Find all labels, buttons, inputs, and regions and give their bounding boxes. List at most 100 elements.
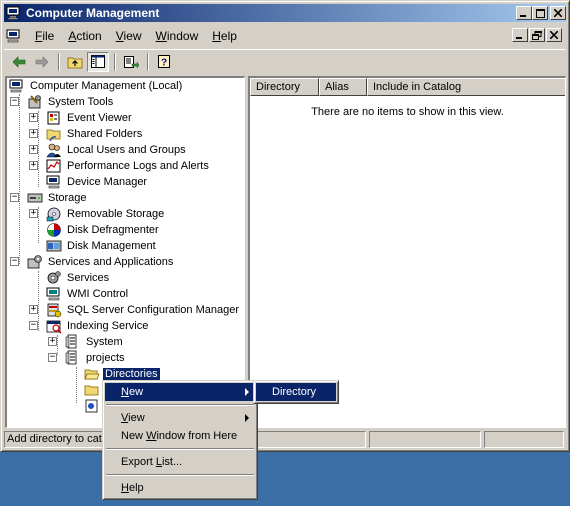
- maximize-button[interactable]: [532, 6, 548, 20]
- tree-item-event-viewer[interactable]: Event Viewer: [46, 110, 134, 126]
- tree-item-catalog-system[interactable]: System: [65, 334, 125, 350]
- tree-connector: [19, 94, 20, 264]
- computer-icon: [9, 79, 23, 93]
- column-header-label: Alias: [325, 81, 349, 93]
- maximize-icon: [535, 8, 545, 18]
- tree-item-removable-storage[interactable]: Removable Storage: [46, 206, 166, 222]
- tree-item-services[interactable]: Services: [46, 270, 111, 286]
- expand-icon[interactable]: +: [29, 113, 38, 122]
- tree-item-catalog-projects[interactable]: projects: [65, 350, 127, 366]
- menu-window[interactable]: Window: [149, 29, 206, 43]
- back-button[interactable]: [8, 52, 30, 72]
- disk-management-icon: [46, 240, 62, 252]
- up-folder-icon: [67, 57, 83, 68]
- tree-item-query-catalog[interactable]: [84, 398, 103, 414]
- context-menu-new[interactable]: New: [105, 383, 255, 401]
- menu-file[interactable]: File: [28, 29, 61, 43]
- column-header-alias[interactable]: Alias: [319, 78, 367, 96]
- collapse-icon[interactable]: −: [10, 97, 19, 106]
- expand-icon[interactable]: +: [29, 129, 38, 138]
- column-header-include-in-catalog[interactable]: Include in Catalog: [367, 78, 565, 96]
- context-menu-help[interactable]: Help: [105, 479, 255, 497]
- tree-label: Disk Management: [67, 240, 156, 252]
- expand-icon[interactable]: +: [29, 209, 38, 218]
- event-viewer-icon: [47, 111, 60, 125]
- tree-item-system-tools[interactable]: System Tools: [27, 94, 115, 110]
- mdi-close-button[interactable]: [546, 28, 562, 42]
- submenu-arrow-icon: [245, 414, 249, 422]
- tree-label: System Tools: [48, 96, 114, 108]
- mmc-document-icon[interactable]: [6, 28, 22, 44]
- expand-icon[interactable]: +: [29, 145, 38, 154]
- menu-help[interactable]: Help: [205, 29, 244, 43]
- menu-separator: [106, 448, 254, 450]
- tree-item-performance-logs[interactable]: Performance Logs and Alerts: [46, 158, 211, 174]
- collapse-icon[interactable]: −: [10, 193, 19, 202]
- tree-label: WMI Control: [67, 288, 129, 300]
- collapse-icon[interactable]: −: [29, 321, 38, 330]
- menu-view[interactable]: View: [109, 29, 149, 43]
- device-manager-icon: [46, 175, 60, 189]
- forward-button[interactable]: [31, 52, 53, 72]
- tree-label: Computer Management (Local): [30, 80, 183, 92]
- context-menu-view[interactable]: View: [105, 409, 255, 427]
- expand-icon[interactable]: +: [48, 337, 57, 346]
- column-header-label: Include in Catalog: [373, 81, 462, 93]
- tree-item-local-users[interactable]: Local Users and Groups: [46, 142, 188, 158]
- tree-label: Local Users and Groups: [67, 144, 186, 156]
- console-tree-icon: [91, 55, 105, 68]
- tree-item-sql-server-config[interactable]: SQL Server Configuration Manager: [46, 302, 241, 318]
- catalog-icon: [65, 334, 77, 349]
- expand-icon[interactable]: +: [29, 305, 38, 314]
- minimize-icon: [520, 15, 526, 17]
- status-bar: Add directory to cata: [4, 430, 566, 449]
- help-button[interactable]: ?: [153, 52, 175, 72]
- tree-item-services-and-applications[interactable]: Services and Applications: [27, 254, 175, 270]
- details-list-pane[interactable]: Directory Alias Include in Catalog There…: [248, 76, 566, 428]
- status-panel: [248, 431, 366, 448]
- minimize-icon: [516, 37, 522, 39]
- new-submenu: Directory: [253, 380, 339, 404]
- menu-action[interactable]: Action: [61, 29, 108, 43]
- console-tree-pane[interactable]: Computer Management (Local) − System Too…: [5, 76, 245, 428]
- up-one-level-button[interactable]: [64, 52, 86, 72]
- tree-label: SQL Server Configuration Manager: [67, 304, 240, 316]
- tree-item-indexing-service[interactable]: Indexing Service: [46, 318, 150, 334]
- export-list-button[interactable]: [120, 52, 142, 72]
- tree-item-storage[interactable]: Storage: [27, 190, 89, 206]
- tree-item-shared-folders[interactable]: Shared Folders: [46, 126, 144, 142]
- tree-label: Services and Applications: [48, 256, 174, 268]
- tree-item-device-manager[interactable]: Device Manager: [46, 174, 149, 190]
- system-tools-icon: [28, 95, 41, 109]
- tree-item-wmi-control[interactable]: WMI Control: [46, 286, 130, 302]
- context-menu-export-list[interactable]: Export List...: [105, 453, 255, 471]
- close-button[interactable]: [550, 6, 566, 20]
- window-title: Computer Management: [26, 6, 160, 20]
- restore-icon: [532, 30, 542, 40]
- context-menu-new-window[interactable]: New Window from Here: [105, 427, 255, 445]
- submenu-directory[interactable]: Directory: [256, 383, 336, 401]
- empty-list-message: There are no items to show in this view.: [311, 106, 504, 118]
- collapse-icon[interactable]: −: [10, 257, 19, 266]
- storage-icon: [27, 193, 43, 203]
- context-menu: New View New Window from Here Export Lis…: [102, 380, 258, 500]
- menu-item-label: Directory: [272, 386, 317, 398]
- tree-item-properties-folder[interactable]: [84, 382, 103, 398]
- menu-item-label: New: [121, 386, 144, 398]
- show-hide-console-tree-button[interactable]: [87, 51, 109, 72]
- mdi-minimize-button[interactable]: [512, 28, 528, 42]
- shared-folder-icon: [46, 129, 61, 142]
- menu-item-label: New Window from Here: [121, 430, 238, 442]
- column-header-directory[interactable]: Directory: [250, 78, 319, 96]
- tree-label: projects: [86, 352, 125, 364]
- collapse-icon[interactable]: −: [48, 353, 57, 362]
- title-bar[interactable]: Computer Management: [4, 4, 566, 22]
- submenu-arrow-icon: [245, 388, 249, 396]
- tree-item-disk-management[interactable]: Disk Management: [46, 238, 158, 254]
- expand-icon[interactable]: +: [29, 161, 38, 170]
- tree-item-computer-management[interactable]: Computer Management (Local): [9, 78, 184, 94]
- tree-item-disk-defragmenter[interactable]: Disk Defragmenter: [46, 222, 161, 238]
- mdi-restore-button[interactable]: [529, 28, 545, 42]
- minimize-button[interactable]: [516, 6, 532, 20]
- indexing-service-icon: [46, 320, 62, 334]
